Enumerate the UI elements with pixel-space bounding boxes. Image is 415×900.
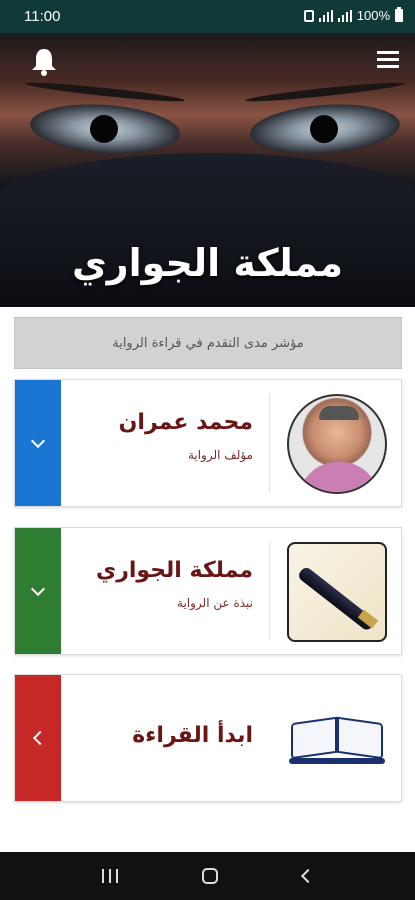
signal-icon bbox=[318, 9, 333, 22]
eyebrow-left bbox=[25, 79, 185, 105]
start-reading-label: ابدأ القراءة bbox=[132, 723, 253, 748]
page-title: مملكة الجواري bbox=[71, 241, 344, 285]
sim-icon bbox=[303, 9, 314, 22]
back-icon[interactable] bbox=[300, 868, 315, 884]
chevron-down-icon bbox=[30, 433, 46, 449]
novel-subtitle: نبذة عن الرواية bbox=[177, 596, 253, 610]
status-icons: 100% bbox=[303, 7, 403, 23]
eye-left bbox=[28, 99, 182, 159]
fountain-pen-image bbox=[287, 542, 387, 642]
book-icon bbox=[287, 689, 387, 789]
reading-progress-bar: مؤشر مدى التقدم في قراءة الرواية bbox=[14, 317, 402, 369]
novel-expand-button[interactable] bbox=[15, 528, 61, 654]
progress-label: مؤشر مدى التقدم في قراءة الرواية bbox=[112, 335, 304, 351]
chevron-down-icon bbox=[30, 581, 46, 597]
author-card[interactable]: محمد عمران مؤلف الرواية bbox=[14, 379, 402, 507]
author-expand-button[interactable] bbox=[15, 380, 61, 506]
home-icon[interactable] bbox=[202, 868, 219, 884]
divider bbox=[269, 542, 270, 640]
novel-title: مملكة الجواري bbox=[96, 558, 253, 583]
status-time: 11:00 bbox=[24, 8, 61, 25]
recents-icon[interactable] bbox=[102, 869, 119, 883]
signal-icon-2 bbox=[337, 9, 352, 22]
header-banner: مملكة الجواري bbox=[0, 33, 415, 307]
novel-card[interactable]: مملكة الجواري نبذة عن الرواية bbox=[14, 527, 402, 655]
author-name: محمد عمران bbox=[118, 410, 253, 435]
system-nav-bar bbox=[0, 852, 415, 900]
menu-icon[interactable] bbox=[377, 51, 399, 69]
start-reading-button[interactable] bbox=[15, 675, 61, 801]
chevron-left-icon bbox=[32, 730, 48, 746]
start-reading-card[interactable]: ابدأ القراءة bbox=[14, 674, 402, 802]
divider bbox=[269, 394, 270, 492]
battery-icon bbox=[395, 7, 403, 22]
eye-right bbox=[248, 99, 402, 159]
eyebrow-right bbox=[245, 79, 405, 105]
battery-percent: 100% bbox=[356, 8, 390, 23]
author-avatar bbox=[287, 394, 387, 494]
author-subtitle: مؤلف الرواية bbox=[187, 448, 253, 462]
bell-icon[interactable] bbox=[30, 47, 58, 77]
status-bar: 11:00 100% bbox=[0, 0, 415, 33]
